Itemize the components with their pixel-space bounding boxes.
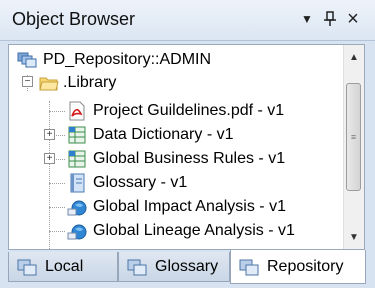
repository-tab-icon bbox=[239, 259, 259, 275]
tree-connector bbox=[49, 111, 65, 112]
tree-node-item[interactable]: Project Guildelines.pdf - v1 bbox=[67, 99, 284, 123]
pin-button[interactable] bbox=[319, 7, 341, 31]
expand-toggle[interactable]: + bbox=[44, 129, 55, 140]
tree-connector bbox=[49, 231, 65, 232]
business-rules-icon bbox=[68, 150, 86, 168]
impact-analysis-icon bbox=[67, 200, 87, 216]
repository-icon bbox=[17, 52, 37, 68]
tab-label: Repository bbox=[267, 257, 344, 275]
object-browser-panel: Object Browser ▼ × PD_Repository::ADMIN … bbox=[0, 0, 375, 288]
glossary-icon bbox=[70, 173, 85, 193]
tree-node-item[interactable]: Data Dictionary - v1 bbox=[67, 123, 234, 147]
title-bar: Object Browser ▼ × bbox=[0, 0, 375, 41]
tree-node-library[interactable]: .Library bbox=[39, 71, 116, 95]
tree-node-label: PD_Repository::ADMIN bbox=[43, 51, 212, 68]
data-dictionary-icon bbox=[68, 126, 86, 144]
tree-node-item[interactable]: Glossary - v1 bbox=[67, 171, 187, 195]
tree-node-label: Project Guildelines.pdf - v1 bbox=[93, 102, 285, 119]
tree-connector bbox=[49, 183, 65, 184]
local-icon bbox=[17, 259, 37, 275]
tab-repository[interactable]: Repository bbox=[230, 250, 366, 284]
tab-local[interactable]: Local bbox=[8, 252, 118, 282]
tree-connector bbox=[49, 207, 65, 208]
close-button[interactable]: × bbox=[342, 7, 364, 31]
glossary-tab-icon bbox=[127, 259, 147, 275]
tab-bar: Local Glossary Repository bbox=[0, 250, 375, 288]
scroll-thumb[interactable]: ≡ bbox=[346, 83, 361, 191]
tree-node-label: Data Dictionary - v1 bbox=[93, 126, 234, 143]
object-tree[interactable]: PD_Repository::ADMIN − .Library Project … bbox=[8, 44, 365, 250]
tree-node-item[interactable]: Global Impact Analysis - v1 bbox=[67, 195, 286, 219]
tab-label: Glossary bbox=[155, 257, 219, 275]
vertical-scrollbar[interactable]: ▲ ≡ ▼ bbox=[343, 45, 364, 249]
tree-node-label: Global Lineage Analysis - v1 bbox=[93, 222, 295, 239]
collapse-toggle[interactable]: − bbox=[22, 76, 33, 87]
dropdown-menu-button[interactable]: ▼ bbox=[296, 7, 318, 31]
folder-open-icon bbox=[39, 77, 59, 91]
tree-node-label: .Library bbox=[63, 74, 117, 91]
tab-glossary[interactable]: Glossary bbox=[118, 252, 230, 282]
pdf-icon bbox=[69, 101, 85, 121]
panel-title: Object Browser bbox=[12, 9, 136, 29]
tree-view: PD_Repository::ADMIN − .Library Project … bbox=[9, 45, 342, 249]
tree-node-item[interactable]: Global Business Rules - v1 bbox=[67, 147, 285, 171]
tree-node-item[interactable]: Global Lineage Analysis - v1 bbox=[67, 219, 295, 243]
lineage-analysis-icon bbox=[67, 224, 87, 240]
tree-node-label: Global Business Rules - v1 bbox=[93, 150, 286, 167]
tab-label: Local bbox=[45, 257, 84, 275]
scroll-down-button[interactable]: ▼ bbox=[344, 227, 364, 247]
scroll-up-button[interactable]: ▲ bbox=[344, 47, 364, 67]
tree-connector bbox=[49, 101, 50, 249]
pin-icon bbox=[324, 11, 336, 26]
tree-node-root[interactable]: PD_Repository::ADMIN bbox=[17, 48, 211, 72]
tree-node-label: Glossary - v1 bbox=[93, 174, 188, 191]
expand-toggle[interactable]: + bbox=[44, 153, 55, 164]
tree-node-label: Global Impact Analysis - v1 bbox=[93, 198, 286, 215]
